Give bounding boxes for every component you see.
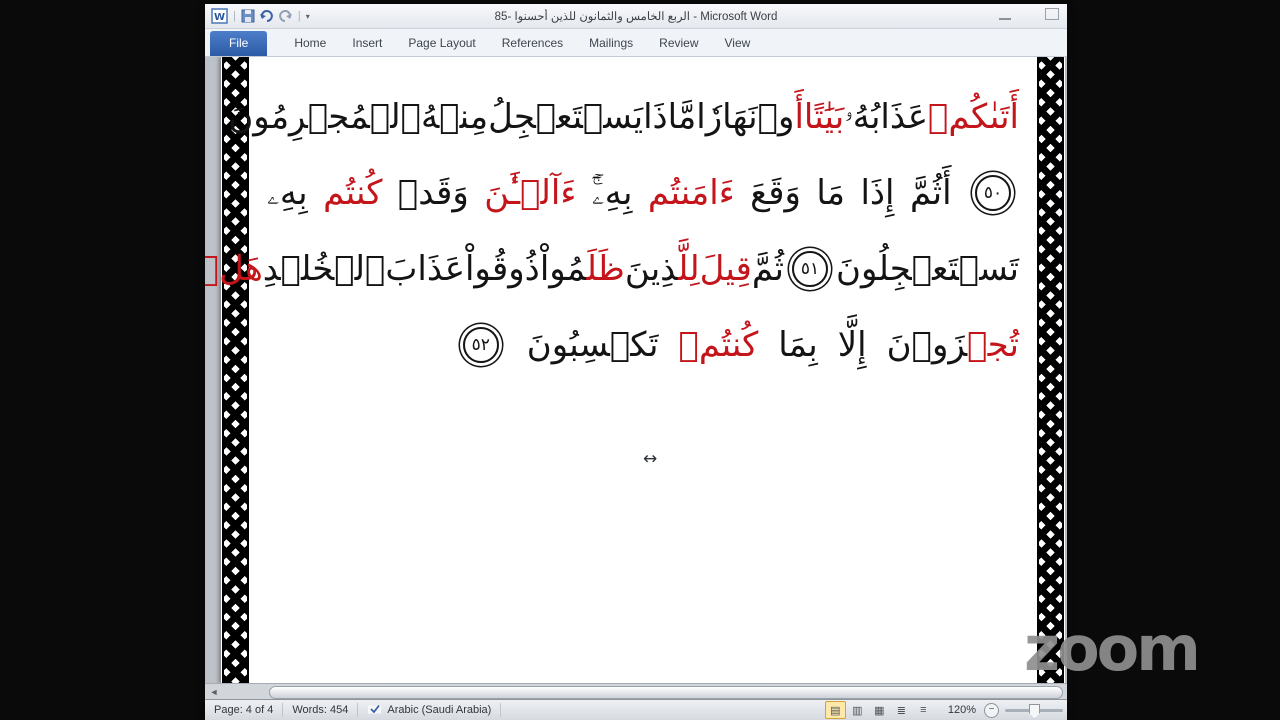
quran-word: تُجۡزَوۡنَ (886, 325, 1019, 365)
quran-word: هَلۡ (205, 249, 263, 289)
qat-dropdown-icon[interactable]: ▾ (306, 12, 310, 21)
video-background: { "titlebar": { "document_title": "الربع… (0, 0, 1280, 720)
ribbon-tabs: File Home Insert Page Layout References … (205, 29, 1067, 58)
quran-word: أَتَىٰكُمۡ (928, 97, 1019, 137)
quran-word: ثُمَّ (751, 249, 784, 289)
quran-line: تُجۡزَوۡنَ إِلَّا بِمَا كُنتُمۡ تَكۡسِبُونَ ٥… (267, 307, 1019, 383)
horizontal-scrollbar[interactable]: ◄ (205, 683, 1067, 700)
quran-word: يَسۡتَعۡجِلُ (488, 97, 644, 137)
word-count[interactable]: Words: 454 (283, 703, 359, 717)
window-title: الربع الخامس والثمانون للذين أحسنوا -85 … (494, 11, 778, 23)
view-draft-button[interactable]: ≡ (913, 701, 934, 719)
tab-file[interactable]: File (210, 31, 268, 56)
quran-word: كُنتُمۡ (678, 325, 759, 365)
quran-word: مَا (816, 173, 845, 213)
tab-references[interactable]: References (489, 31, 576, 56)
scrollbar-thumb[interactable] (269, 686, 1063, 699)
quran-word: ٱلۡمُجۡرِمُونَ (228, 97, 421, 137)
divider: | (233, 10, 236, 22)
ornament-border-left (222, 57, 249, 684)
svg-text:W: W (214, 12, 225, 23)
quran-word: مِنۡهُ (421, 97, 489, 137)
maximize-button[interactable] (1045, 8, 1059, 20)
document-canvas: أَتَىٰكُمۡ عَذَابُهُۥ بَيَٰتًا أَوۡ نَهَارٗا… (205, 57, 1067, 684)
tab-home[interactable]: Home (281, 31, 339, 56)
word-app-icon[interactable]: W (211, 8, 228, 24)
quran-line: أَتَىٰكُمۡ عَذَابُهُۥ بَيَٰتًا أَوۡ نَهَارٗا… (228, 79, 1019, 155)
zoom-out-button[interactable]: − (984, 702, 999, 718)
tab-mailings[interactable]: Mailings (576, 31, 646, 56)
quran-word: وَقَدۡ (397, 173, 469, 213)
undo-icon[interactable] (259, 9, 274, 23)
quran-word: ظَلَمُواْ (539, 249, 625, 289)
redo-icon[interactable] (278, 9, 293, 23)
quran-word: كُنتُم (323, 173, 383, 213)
tab-page-layout[interactable]: Page Layout (395, 31, 488, 56)
word-window: W | | ▾ الربع الخامس والثمانون للذين أحس… (205, 4, 1067, 720)
quran-word: بِهِۦٓۚ (591, 173, 633, 213)
zoom-level[interactable]: 120% (940, 704, 984, 716)
quick-access-toolbar: W | | ▾ (205, 8, 310, 24)
quran-word: عَذَابُهُۥ (844, 97, 929, 137)
minimize-button[interactable] (999, 15, 1011, 20)
zoom-watermark: zoom (1024, 612, 1201, 685)
statusbar: Page: 4 of 4 Words: 454 Arabic (Saudi Ar… (205, 699, 1067, 720)
quran-word: ذُوقُواْ (464, 249, 540, 289)
ornament-border-right (1037, 57, 1064, 684)
verse-number-badge: ٥١ (792, 251, 828, 287)
quran-word: بَيَٰتًا (803, 97, 845, 137)
zoom-slider-handle[interactable] (1029, 703, 1040, 719)
save-icon[interactable] (241, 9, 255, 23)
quran-word: نَهَارٗا (696, 97, 758, 137)
zoom-slider[interactable]: − (984, 702, 1067, 719)
titlebar: W | | ▾ الربع الخامس والثمانون للذين أحس… (205, 4, 1067, 29)
quran-word: تَسۡتَعۡجِلُونَ (836, 249, 1019, 289)
quran-word: أَوۡ (757, 97, 804, 137)
quran-word: بِهِۦ (267, 173, 308, 213)
quran-word: ٱلۡخُلۡدِ (262, 249, 386, 289)
page-indicator[interactable]: Page: 4 of 4 (205, 703, 284, 717)
quran-line: ٥٠ أَثُمَّ إِذَا مَا وَقَعَ ءَامَنتُم بِهِۦٓۚ ء… (267, 155, 1019, 231)
view-outline-button[interactable]: ≣ (891, 701, 912, 719)
language-indicator: Arabic (Saudi Arabia) (387, 704, 492, 716)
quran-word: مَّاذَا (643, 97, 697, 137)
scroll-left-icon[interactable]: ◄ (207, 686, 221, 698)
tab-review[interactable]: Review (646, 31, 711, 56)
view-web-button[interactable]: ▦ (869, 701, 890, 719)
quran-word: عَذَابَ (385, 249, 465, 289)
page[interactable]: أَتَىٰكُمۡ عَذَابُهُۥ بَيَٰتًا أَوۡ نَهَارٗا… (205, 57, 1065, 684)
view-switcher: ▤ ▥ ▦ ≣ ≡ (819, 701, 940, 719)
quran-word: ءَآلۡـَٰٔنَ (484, 173, 577, 213)
quran-word: قِيلَ (699, 249, 752, 289)
zoom-slider-track[interactable] (1005, 703, 1063, 719)
quran-word: إِلَّا (837, 325, 867, 365)
verse-number-badge: ٥٠ (975, 175, 1011, 211)
tab-view[interactable]: View (712, 31, 764, 56)
quran-word: إِذَا (860, 173, 895, 213)
proofing-icon (368, 704, 382, 714)
view-print-layout-button[interactable]: ▤ (824, 701, 846, 719)
quran-line: تَسۡتَعۡجِلُونَ ٥١ ثُمَّ قِيلَ لِلَّذِينَ ظَل… (205, 231, 1019, 307)
divider: | (297, 10, 301, 22)
quran-word: لِلَّذِينَ (624, 249, 700, 289)
verse-number-badge: ٥٢ (462, 327, 499, 363)
quran-text: أَتَىٰكُمۡ عَذَابُهُۥ بَيَٰتًا أَوۡ نَهَارٗا… (205, 79, 1019, 383)
quran-word: بِمَا (778, 325, 818, 365)
quran-word: وَقَعَ (750, 173, 801, 213)
tab-insert[interactable]: Insert (339, 31, 395, 56)
quran-word: تَكۡسِبُونَ (526, 325, 659, 365)
quran-word: ءَامَنتُم (647, 173, 735, 213)
resize-cursor-icon: ↔ (643, 449, 658, 469)
proofing-status[interactable]: Arabic (Saudi Arabia) (358, 703, 502, 717)
view-fullscreen-button[interactable]: ▥ (847, 701, 868, 719)
quran-word: أَثُمَّ (909, 173, 952, 213)
